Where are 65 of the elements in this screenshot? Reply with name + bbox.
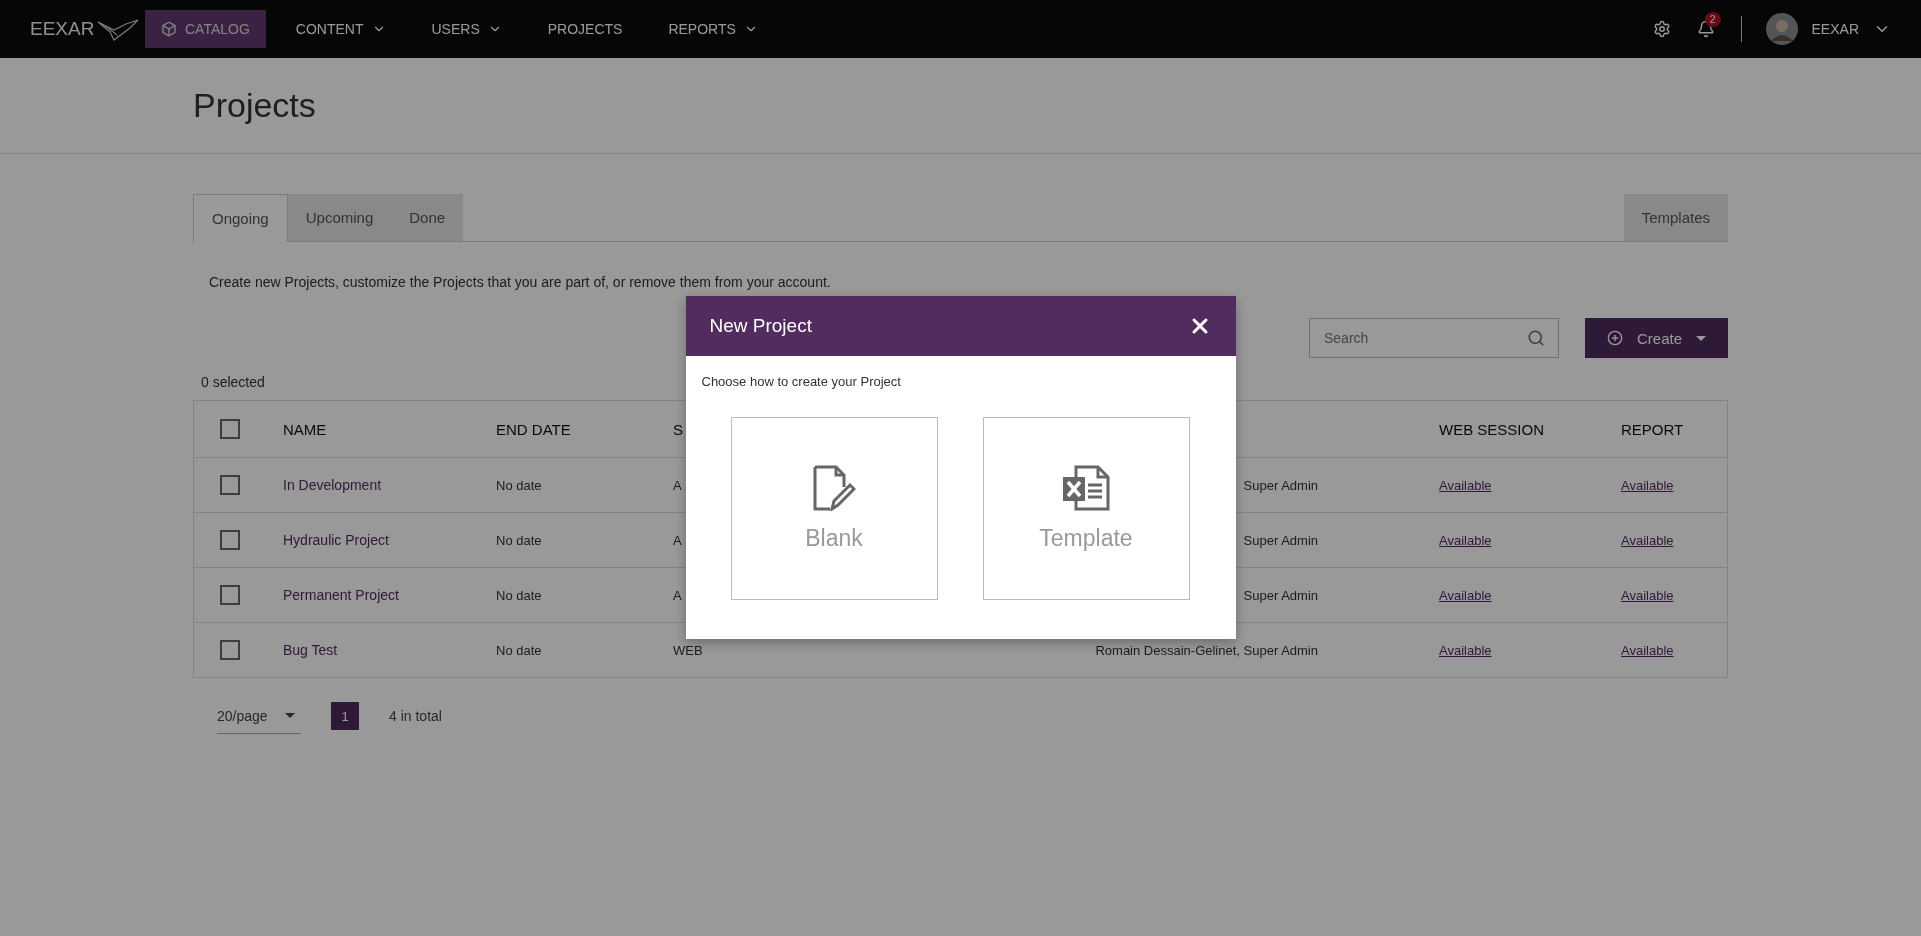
nav-item[interactable]: REPORTS	[652, 10, 774, 48]
search-icon	[1527, 329, 1545, 347]
avatar[interactable]	[1765, 13, 1798, 45]
table-cell: Romain Dessain-Gelinet, Super Admin	[1095, 642, 1318, 658]
column-header: WEB SESSION	[1439, 420, 1545, 438]
report-link[interactable]: Available	[1621, 642, 1674, 658]
dialog-prompt: Choose how to create your Project	[701, 374, 902, 389]
web-session-link[interactable]: Available	[1439, 642, 1492, 658]
cube-icon	[161, 21, 177, 37]
table-cell: A	[673, 587, 682, 603]
dialog-title: New Project	[709, 315, 812, 337]
project-name-link[interactable]: Permanent Project	[283, 587, 399, 603]
page-title: Projects	[193, 86, 316, 125]
create-button[interactable]: Create	[1585, 318, 1728, 358]
tab[interactable]: Ongoing	[193, 194, 288, 242]
checkbox[interactable]	[220, 585, 240, 605]
table-cell: No date	[496, 587, 542, 603]
checkbox[interactable]	[220, 530, 240, 550]
selection-count: 0 selected	[201, 374, 265, 390]
caret-icon	[1696, 335, 1706, 341]
page-size-select[interactable]: 20/page	[217, 698, 301, 734]
table-cell: Super Admin	[1243, 587, 1318, 603]
description-text: Create new Projects, customize the Projects that you are part of, or remove them from your account.	[209, 274, 832, 290]
total-count: 4 in total	[389, 708, 442, 724]
tab[interactable]: Done	[391, 194, 464, 241]
project-name-link[interactable]: Hydraulic Project	[283, 532, 389, 548]
column-header: REPORT	[1621, 420, 1684, 438]
column-header: NAME	[283, 420, 327, 438]
column-header: END DATE	[496, 420, 571, 438]
table-cell: Super Admin	[1243, 532, 1318, 548]
search-field[interactable]: Search	[1309, 318, 1559, 358]
page-button[interactable]: 1	[331, 702, 359, 730]
user-name[interactable]: EEXAR	[1811, 21, 1859, 37]
project-name-link[interactable]: In Development	[283, 477, 382, 493]
spreadsheet-document-icon	[1062, 465, 1110, 511]
nav-item[interactable]: USERS	[415, 10, 518, 48]
nav-item[interactable]: PROJECTS	[531, 10, 639, 48]
table-cell: A	[673, 477, 682, 493]
settings-icon[interactable]	[1652, 20, 1671, 38]
document-pencil-icon	[812, 465, 856, 511]
checkbox[interactable]	[220, 475, 240, 495]
bird-icon	[96, 16, 141, 42]
table-cell: Super Admin	[1243, 477, 1318, 493]
table-cell: A	[673, 532, 682, 548]
table-cell: WEB	[673, 642, 703, 658]
web-session-link[interactable]: Available	[1439, 532, 1492, 548]
web-session-link[interactable]: Available	[1439, 477, 1492, 493]
nav-item[interactable]: CONTENT	[279, 10, 402, 48]
table-cell: No date	[496, 532, 542, 548]
notification-badge: 2	[1704, 12, 1721, 27]
checkbox[interactable]	[220, 419, 240, 439]
tab[interactable]: Upcoming	[287, 194, 392, 241]
logo-text: EEXAR	[30, 18, 95, 40]
table-cell: No date	[496, 642, 542, 658]
report-link[interactable]: Available	[1621, 477, 1674, 493]
project-name-link[interactable]: Bug Test	[283, 642, 338, 658]
report-link[interactable]: Available	[1621, 532, 1674, 548]
web-session-link[interactable]: Available	[1439, 587, 1492, 603]
checkbox[interactable]	[220, 640, 240, 660]
table-cell: No date	[496, 477, 542, 493]
column-header: S	[673, 420, 683, 438]
nav-item[interactable]: CATALOG	[145, 10, 266, 48]
templates-tab[interactable]: Templates	[1623, 194, 1728, 241]
report-link[interactable]: Available	[1621, 587, 1674, 603]
plus-icon	[1607, 330, 1623, 346]
